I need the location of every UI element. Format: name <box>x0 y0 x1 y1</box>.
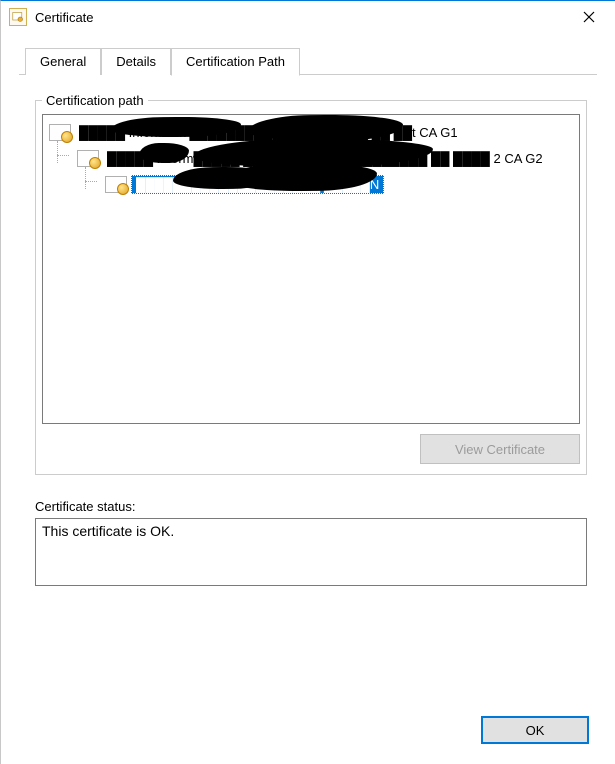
close-button[interactable] <box>567 2 611 32</box>
tab-certification-path[interactable]: Certification Path <box>171 48 300 76</box>
certificate-icon <box>9 8 27 26</box>
certification-path-legend: Certification path <box>42 93 148 108</box>
title-bar: Certificate <box>1 1 615 33</box>
view-certificate-row: View Certificate <box>42 434 580 464</box>
certificate-icon <box>77 149 99 167</box>
close-icon <box>583 11 595 23</box>
ok-button-row: OK <box>481 716 589 744</box>
tab-general[interactable]: General <box>25 48 101 75</box>
certificate-status-label: Certificate status: <box>35 499 587 514</box>
tab-details[interactable]: Details <box>101 48 171 75</box>
certificate-tree[interactable]: █████ Informatik ██████████████ █████ ██… <box>42 114 580 424</box>
certificate-icon <box>105 175 127 193</box>
window-title: Certificate <box>35 10 567 25</box>
tab-strip: General Details Certification Path <box>1 33 615 75</box>
certificate-status-box: This certificate is OK. <box>35 518 587 586</box>
certification-path-group: Certification path █████ Informatik ████… <box>35 93 587 475</box>
certificate-status-value: This certificate is OK. <box>42 523 174 539</box>
ok-button[interactable]: OK <box>481 716 589 744</box>
tab-content: Certification path █████ Informatik ████… <box>1 75 615 594</box>
certificate-icon <box>49 123 71 141</box>
view-certificate-button: View Certificate <box>420 434 580 464</box>
